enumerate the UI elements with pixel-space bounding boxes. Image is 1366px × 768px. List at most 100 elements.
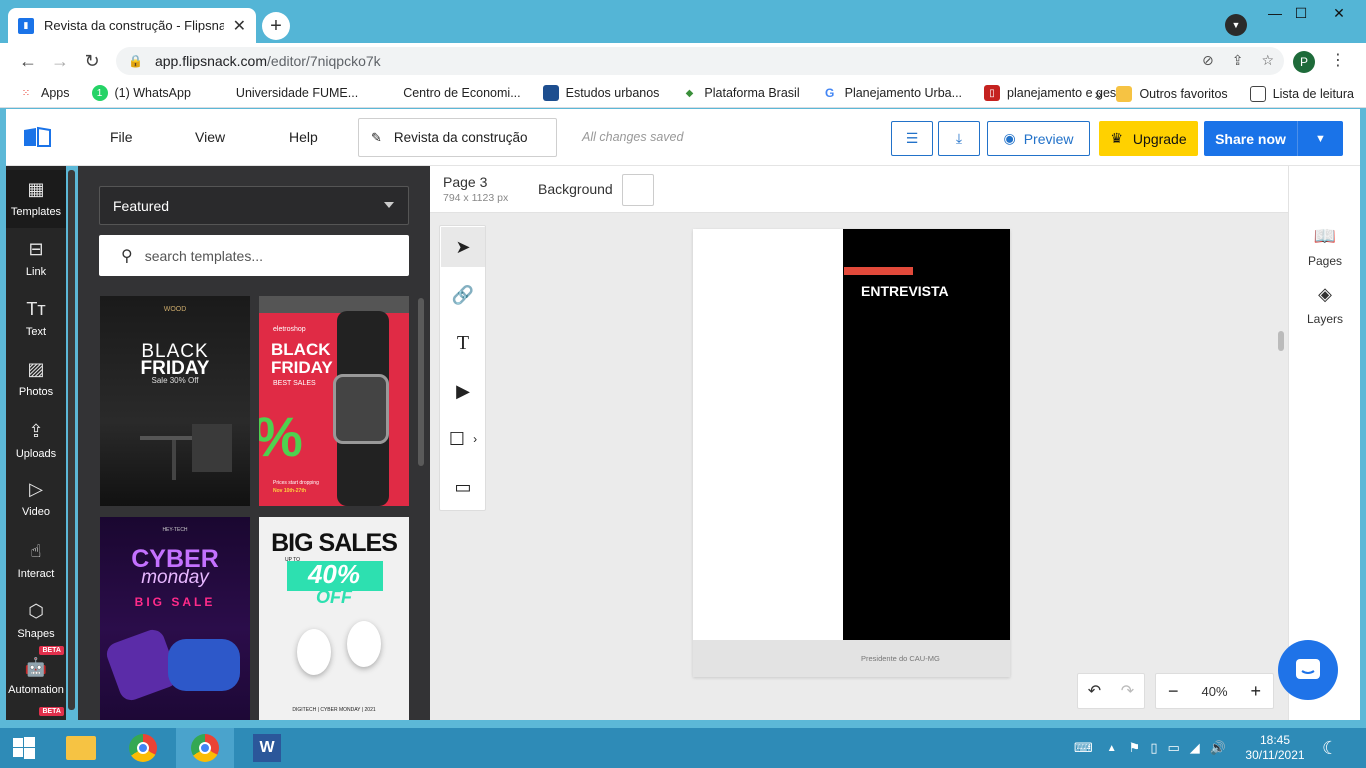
zoom-out-icon[interactable]: −: [1168, 681, 1179, 702]
monitor-icon[interactable]: ▭: [1167, 740, 1179, 756]
bookmark-whatsapp[interactable]: 1 (1) WhatsApp: [91, 85, 191, 101]
redo-icon[interactable]: ↷: [1121, 681, 1134, 701]
layers-button[interactable]: ◈ Layers: [1289, 284, 1361, 326]
browser-tab[interactable]: ▮ Revista da construção - Flipsnack ✕: [8, 8, 256, 43]
word-icon[interactable]: W: [238, 728, 296, 768]
camera-off-icon[interactable]: ⊘: [1202, 52, 1214, 69]
pages-button[interactable]: 📖 Pages: [1289, 226, 1361, 268]
page-canvas[interactable]: ENTREVISTA Presidente do CAU-MG: [693, 229, 1010, 677]
sidebar-item-templates[interactable]: ▦ Templates: [6, 170, 66, 228]
sidebar-item-interact[interactable]: ☝ Interact: [6, 540, 66, 580]
page-caption[interactable]: Presidente do CAU-MG: [861, 654, 940, 663]
tab-search-icon[interactable]: ▼: [1225, 14, 1247, 36]
sidebar-item-text[interactable]: Tт Text: [6, 298, 66, 338]
battery-icon[interactable]: ▯: [1150, 740, 1157, 756]
windows-start-icon[interactable]: [0, 728, 48, 768]
template-brand: HEY-TECH: [162, 527, 188, 533]
notifications-icon[interactable]: ☾: [1322, 728, 1338, 768]
new-tab-button[interactable]: +: [262, 12, 290, 40]
close-tab-icon[interactable]: ✕: [233, 16, 246, 36]
flag-icon[interactable]: ⚑: [1129, 740, 1141, 756]
close-window-icon[interactable]: ✕: [1316, 0, 1362, 26]
address-bar[interactable]: 🔒 app.flipsnack.com/editor/7niqpcko7k ⊘ …: [116, 47, 1284, 75]
preview-button[interactable]: ◉ Preview: [987, 121, 1090, 156]
template-card-cyber-monday[interactable]: HEY-TECH CYBER monday BIG SALE: [100, 517, 250, 720]
chrome-icon[interactable]: [114, 728, 172, 768]
template-card-black-friday-watch[interactable]: eletroshop BLACK FRIDAY BEST SALES % Pri…: [259, 296, 409, 506]
zoom-in-icon[interactable]: +: [1250, 681, 1261, 702]
sidebar-item-photos[interactable]: ▨ Photos: [6, 358, 66, 398]
sidebar-item-uploads[interactable]: ⇪ Uploads: [6, 420, 66, 460]
menu-help[interactable]: Help: [289, 129, 318, 145]
upgrade-button[interactable]: ♛ Upgrade: [1099, 121, 1198, 156]
taskbar-clock[interactable]: 18:45 30/11/2021: [1244, 733, 1306, 763]
background-color-swatch[interactable]: [622, 174, 654, 206]
template-line3: Sale 30% Off: [151, 376, 199, 385]
lock-icon[interactable]: 🔒: [128, 54, 143, 68]
template-line3: OFF: [316, 587, 352, 607]
select-tool-icon[interactable]: ➤: [441, 227, 485, 267]
support-chat-button[interactable]: [1278, 640, 1338, 700]
volume-icon[interactable]: 🔊: [1210, 740, 1226, 756]
profile-avatar[interactable]: P: [1293, 51, 1315, 73]
page-footer-band[interactable]: [693, 640, 1010, 677]
sidebar-item-shapes[interactable]: ⬡ Shapes: [6, 600, 66, 640]
template-search-input[interactable]: ⚲ search templates...: [99, 235, 409, 276]
bookmark-universidade[interactable]: Universidade FUME...: [213, 85, 358, 101]
templates-scrollbar[interactable]: [418, 298, 424, 466]
text-icon: Tт: [26, 299, 46, 319]
reload-icon[interactable]: ↻: [80, 49, 104, 73]
menu-view[interactable]: View: [195, 129, 225, 145]
undo-icon[interactable]: ↶: [1088, 681, 1101, 701]
bookmark-lista[interactable]: Lista de leitura: [1249, 85, 1354, 102]
bookmarks-overflow-icon[interactable]: »: [1095, 86, 1103, 102]
red-accent-bar[interactable]: [844, 267, 913, 275]
chrome-profile-icon[interactable]: [176, 728, 234, 768]
bookmark-plataforma[interactable]: ◆ Plataforma Brasil: [681, 85, 800, 101]
bookmark-centro[interactable]: Centro de Economi...: [380, 85, 520, 101]
flipsnack-logo-icon[interactable]: [22, 126, 52, 148]
whatsapp-icon: 1: [91, 85, 108, 101]
sidebar-item-automation[interactable]: BETA 🤖 Automation: [6, 646, 66, 696]
watch-face-shape: [333, 374, 389, 444]
tray-expand-icon[interactable]: ▲: [1107, 743, 1117, 754]
network-icon[interactable]: ◢: [1190, 740, 1200, 756]
page-heading[interactable]: ENTREVISTA: [861, 283, 949, 299]
chrome-menu-icon[interactable]: ⋮: [1330, 50, 1346, 70]
document-title-field[interactable]: ✎ Revista da construção: [358, 118, 557, 157]
download-button[interactable]: ⤓: [938, 121, 980, 156]
share-dropdown-icon[interactable]: ▼: [1297, 121, 1343, 156]
bookmark-estudos[interactable]: Estudos urbanos: [542, 85, 659, 101]
text-tool-icon[interactable]: T: [441, 323, 485, 363]
chevron-right-icon[interactable]: ›: [473, 432, 477, 446]
template-card-big-sales[interactable]: BIG SALES UP TO 40% OFF DIGITECH | CYBER…: [259, 517, 409, 720]
bookmark-outros[interactable]: Outros favoritos: [1116, 85, 1228, 102]
shape-tool-icon[interactable]: ☐ ›: [441, 419, 485, 459]
sidebar-scrollbar[interactable]: [68, 170, 75, 710]
category-select[interactable]: Featured: [99, 186, 409, 225]
template-card-black-friday-wood[interactable]: WOOD BLACK FRIDAY Sale 30% Off: [100, 296, 250, 506]
menu-file[interactable]: File: [110, 129, 133, 145]
back-icon[interactable]: ←: [16, 49, 40, 73]
link-tool-icon[interactable]: 🔗: [441, 275, 485, 315]
template-line3: BEST SALES: [273, 380, 316, 387]
uploads-icon: ⇪: [28, 421, 44, 441]
bookmark-planejamento-urba[interactable]: G Planejamento Urba...: [822, 85, 962, 101]
template-line1: BIG SALES: [271, 529, 398, 557]
settings-sliders-button[interactable]: ☰: [891, 121, 933, 156]
forward-icon[interactable]: →: [48, 49, 72, 73]
template-line2: FRIDAY: [271, 358, 333, 377]
share-icon[interactable]: ⇪: [1232, 52, 1244, 69]
sidebar-item-video[interactable]: ▷ Video: [6, 478, 66, 518]
share-button[interactable]: Share now ▼: [1204, 121, 1343, 156]
video-tool-icon[interactable]: ▶: [441, 371, 485, 411]
star-icon[interactable]: ☆: [1261, 52, 1274, 69]
keyboard-icon[interactable]: ⌨: [1074, 740, 1093, 756]
category-label: Featured: [113, 197, 170, 214]
bookmark-apps[interactable]: ⁙ Apps: [18, 85, 70, 101]
file-explorer-icon[interactable]: [52, 728, 110, 768]
table-leg-shape: [172, 440, 176, 480]
comment-tool-icon[interactable]: ▭: [441, 467, 485, 507]
canvas-scrollbar[interactable]: [1278, 331, 1284, 351]
sidebar-item-link[interactable]: ⊟ Link: [6, 238, 66, 278]
